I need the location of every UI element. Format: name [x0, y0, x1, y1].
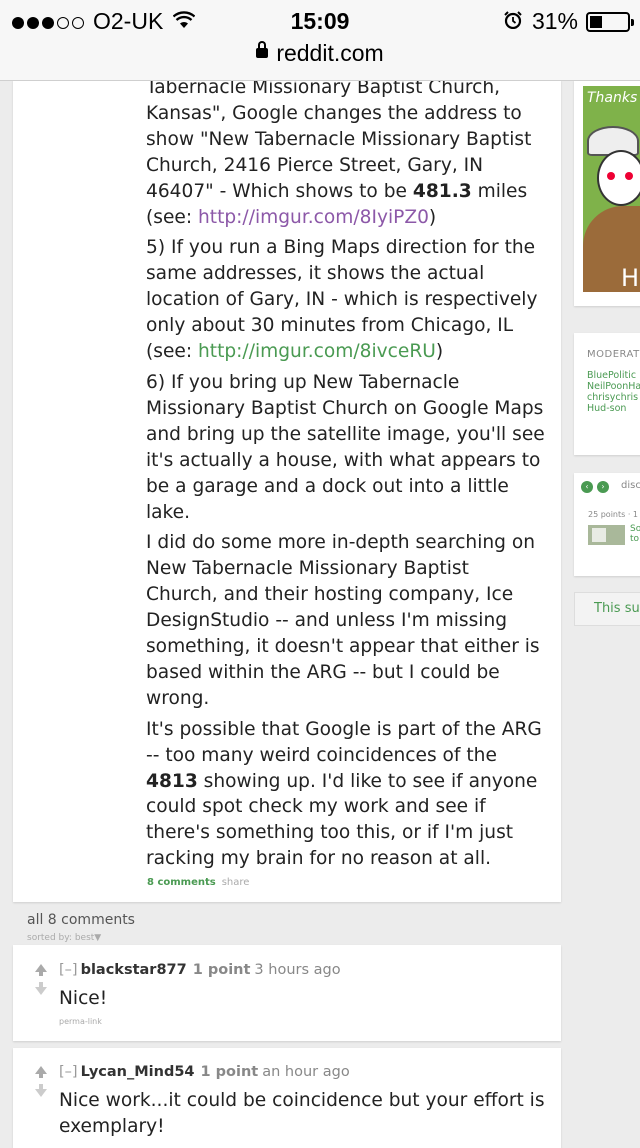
comment-time: 3 hours ago — [254, 962, 341, 978]
post-text: ) — [428, 206, 437, 228]
moderator-link[interactable]: NeilPoonHa — [587, 381, 640, 392]
all-comments-label[interactable]: all 8 comments — [27, 912, 135, 928]
post-text: ) — [435, 341, 444, 363]
ad-text: Thanks — [587, 90, 638, 106]
imgur-link-1[interactable]: http://imgur.com/8IyiPZ0 — [198, 207, 429, 228]
comment-author[interactable]: Lycan_Mind54 — [81, 1064, 195, 1080]
discussion-thumbnail[interactable] — [588, 525, 625, 545]
post-card: Tabernacle Missionary Baptist Church, Ka… — [13, 77, 561, 902]
discussion-title[interactable]: to — [630, 534, 639, 544]
share-link[interactable]: share — [222, 877, 250, 888]
comment-header: [–] Lycan_Mind54 1 point an hour ago — [59, 1064, 350, 1080]
url-domain: reddit.com — [276, 40, 384, 66]
status-bar: O2-UK 15:09 31% — [0, 6, 640, 36]
ad-text-2: Ha — [621, 264, 640, 292]
battery-percent: 31% — [531, 8, 578, 34]
comment-points: 1 point — [200, 1064, 259, 1080]
post-text: showing up. I'd like to see if anyone co… — [146, 770, 538, 870]
permalink[interactable]: perma-link — [59, 1017, 102, 1026]
comment-points: 1 point — [192, 962, 251, 978]
post-paragraph: 5) If you run a Bing Maps direction for … — [146, 235, 546, 365]
post-text: It's possible that Google is part of the… — [146, 718, 542, 766]
post-paragraph: It's possible that Google is part of the… — [146, 717, 546, 872]
moderators-box: MODERAT BluePolitic NeilPoonHa chrisychr… — [574, 333, 640, 455]
lock-icon — [256, 40, 269, 58]
comment-text: Nice! — [59, 988, 108, 1009]
prev-arrow-icon[interactable]: ‹ — [581, 481, 593, 493]
alarm-icon — [504, 8, 522, 35]
discussions-box: ‹ › disc 25 points · 1 So to — [574, 473, 640, 576]
post-paragraph: 6) If you bring up New Tabernacle Missio… — [146, 371, 545, 523]
collapse-toggle[interactable]: [–] — [59, 962, 78, 978]
browser-top-bar: O2-UK 15:09 31% reddit.com — [0, 0, 640, 81]
discussions-label: disc — [621, 480, 640, 491]
post-paragraph: I did do some more in-depth searching on… — [146, 532, 540, 709]
post-body: Tabernacle Missionary Baptist Church, Ka… — [146, 75, 546, 877]
upvote-icon[interactable] — [35, 1066, 47, 1078]
comments-link[interactable]: 8 comments — [147, 877, 216, 888]
imgur-link-2[interactable]: http://imgur.com/8ivceRU — [198, 341, 436, 362]
comment-text: Nice work...it could be coincidence but … — [59, 1090, 545, 1137]
moderators-header: MODERAT — [587, 349, 640, 360]
comment-time: an hour ago — [262, 1064, 350, 1080]
subscribe-text: This sub — [594, 601, 640, 616]
sidebar-ad[interactable]: Thanks Ha — [574, 80, 640, 306]
moderator-link[interactable]: chrisychris — [587, 392, 638, 403]
next-arrow-icon[interactable]: › — [597, 481, 609, 493]
collapse-toggle[interactable]: [–] — [59, 1064, 78, 1080]
sort-dropdown[interactable]: sorted by: best▼ — [27, 933, 101, 943]
battery-icon — [586, 11, 634, 32]
moderator-link[interactable]: BluePolitic — [587, 370, 636, 381]
downvote-icon[interactable] — [35, 1084, 47, 1097]
comment-author[interactable]: blackstar877 — [81, 962, 187, 978]
ad-image[interactable]: Thanks Ha — [583, 86, 640, 292]
downvote-icon[interactable] — [35, 982, 47, 995]
url-bar[interactable]: reddit.com — [0, 40, 640, 67]
moderator-link[interactable]: Hud-son — [587, 403, 626, 414]
comment: [–] blackstar877 1 point 3 hours ago Nice! … — [13, 945, 561, 1041]
comment-header: [–] blackstar877 1 point 3 hours ago — [59, 962, 341, 978]
post-paragraph: Tabernacle Missionary Baptist Church, Ka… — [146, 75, 546, 230]
upvote-icon[interactable] — [35, 964, 47, 976]
comment: [–] Lycan_Mind54 1 point an hour ago Nice w… — [13, 1048, 561, 1148]
reddit-alien-icon — [597, 150, 640, 206]
discussion-title[interactable]: So — [630, 524, 640, 534]
subscribe-button[interactable]: This sub — [574, 592, 640, 626]
post-actions: 8 comments share — [147, 877, 249, 888]
post-bold-text: 481.3 — [412, 180, 472, 202]
post-bold-text: 4813 — [146, 770, 198, 792]
discussion-points: 25 points · 1 — [588, 510, 639, 519]
